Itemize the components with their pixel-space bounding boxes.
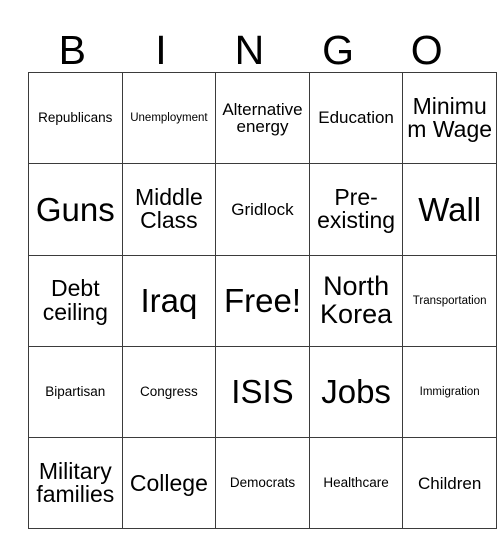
bingo-cell[interactable]: Jobs [308,345,404,439]
bingo-header-letter-b: B [58,27,86,73]
bingo-cell[interactable]: Pre-existing [308,163,404,256]
bingo-cell-label: College [129,469,208,496]
bingo-cell[interactable]: Transportation [402,254,497,347]
bingo-cell-label: Congress [140,383,198,399]
bingo-cell-label: Iraq [140,281,198,319]
bingo-cell-label: Debt ceiling [42,275,108,325]
bingo-cell-label: Healthcare [323,475,389,491]
bingo-cell-label: Wall [418,190,482,228]
bingo-cell[interactable]: ISIS [215,345,310,439]
bingo-cell[interactable]: Republicans [28,71,123,165]
bingo-cell-label: Minimum Wage [407,92,493,143]
bingo-cell-label: Middle Class [135,183,203,234]
bingo-cell-label: Military families [36,457,115,508]
bingo-cell-label: Bipartisan [45,383,106,399]
bingo-cell-free[interactable]: Free! [215,254,310,347]
bingo-cell[interactable]: Congress [121,345,217,439]
bingo-cell[interactable]: College [121,437,217,530]
bingo-cell-label: Pre-existing [317,183,396,234]
bingo-cell-label: ISIS [231,373,294,411]
bingo-cell[interactable]: Immigration [402,345,497,439]
bingo-cell-label: Alternative energy [222,99,303,137]
bingo-cell[interactable]: Iraq [121,254,217,347]
bingo-cell[interactable]: Education [308,71,404,165]
bingo-cell[interactable]: Unemployment [121,71,217,165]
bingo-card: B I N G O Republicans Unemployment Alter… [28,20,497,530]
bingo-cell[interactable]: Middle Class [121,163,217,256]
bingo-row: Republicans Unemployment Alternative ene… [28,71,497,165]
bingo-cell-label: Jobs [321,373,391,411]
bingo-grid: Republicans Unemployment Alternative ene… [28,71,497,530]
bingo-cell[interactable]: Guns [28,163,123,256]
bingo-cell[interactable]: Children [402,437,497,530]
bingo-cell-label: Republicans [38,110,113,126]
bingo-cell-label: Gridlock [231,199,294,219]
bingo-cell-label: North Korea [320,271,393,329]
bingo-cell[interactable]: Wall [402,163,497,256]
bingo-cell[interactable]: Bipartisan [28,345,123,439]
bingo-cell-label: Democrats [229,475,296,491]
bingo-cell-label: Guns [35,190,115,228]
bingo-cell-label: Children [418,473,482,493]
bingo-cell[interactable]: Minimum Wage [402,71,497,165]
bingo-cell[interactable]: Gridlock [215,163,310,256]
bingo-cell[interactable]: Democrats [215,437,310,530]
bingo-cell-label: Transportation [412,294,487,307]
bingo-header-row: B I N G O [28,20,471,72]
bingo-cell-label: Free! [223,281,301,319]
bingo-header-letter-g: G [322,27,355,73]
bingo-row: Guns Middle Class Gridlock Pre-existing … [28,163,497,256]
bingo-row: Debt ceiling Iraq Free! North Korea Tran… [28,254,497,347]
bingo-header-letter-i: I [155,27,167,73]
bingo-cell-label: Education [318,108,394,128]
bingo-cell[interactable]: Debt ceiling [28,254,123,347]
bingo-cell-label: Unemployment [130,112,208,125]
bingo-cell[interactable]: Alternative energy [215,71,310,165]
bingo-cell[interactable]: North Korea [308,254,404,347]
bingo-cell[interactable]: Military families [28,437,123,530]
bingo-row: Military families College Democrats Heal… [28,437,497,530]
bingo-header-letter-o: O [410,27,443,73]
bingo-cell[interactable]: Healthcare [308,437,404,530]
bingo-header-letter-n: N [234,27,265,73]
bingo-cell-label: Immigration [419,386,480,398]
bingo-row: Bipartisan Congress ISIS Jobs Immigratio… [28,345,497,439]
